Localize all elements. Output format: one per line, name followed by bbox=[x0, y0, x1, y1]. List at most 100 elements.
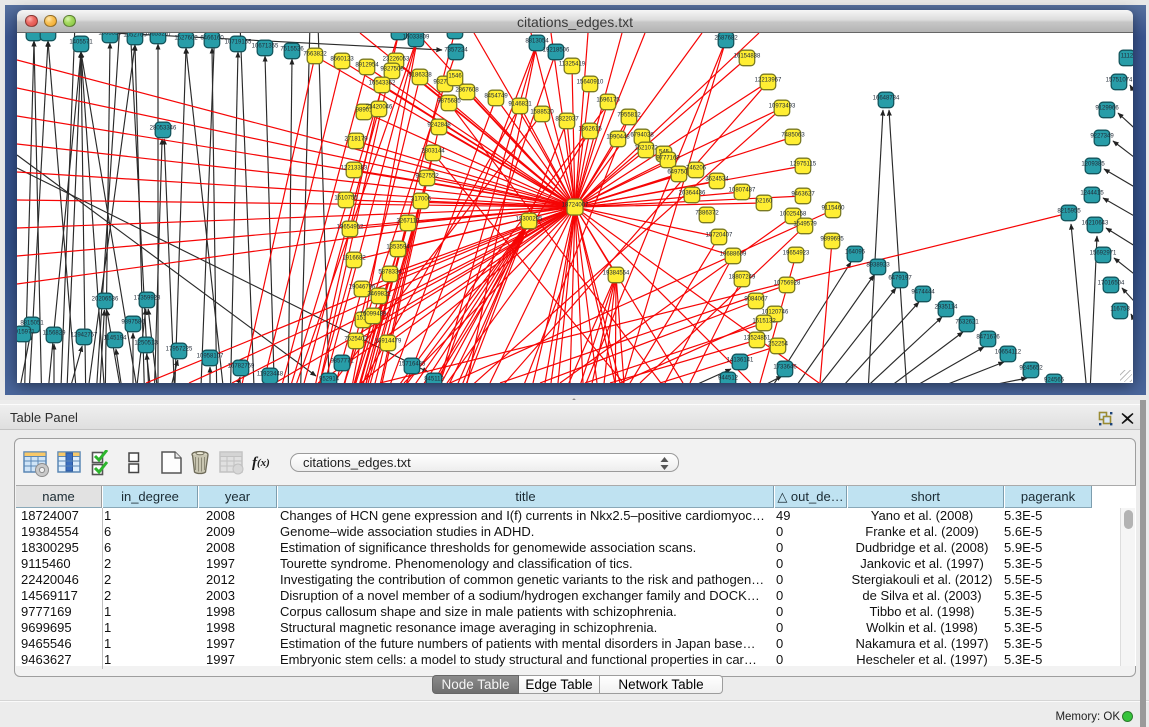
svg-text:746206: 746206 bbox=[686, 166, 707, 172]
svg-text:1209385: 1209385 bbox=[1081, 162, 1105, 168]
svg-text:(x): (x) bbox=[257, 457, 270, 469]
svg-text:1549579: 1549579 bbox=[793, 222, 817, 228]
svg-text:10973493: 10973493 bbox=[769, 104, 796, 110]
svg-text:1244415: 1244415 bbox=[1080, 191, 1104, 197]
svg-text:62160: 62160 bbox=[756, 199, 773, 205]
svg-text:8322037: 8322037 bbox=[555, 117, 579, 123]
svg-text:845112: 845112 bbox=[424, 377, 444, 383]
svg-text:1156829: 1156829 bbox=[43, 331, 67, 337]
svg-text:18807249: 18807249 bbox=[729, 275, 756, 281]
svg-text:9463627: 9463627 bbox=[791, 192, 815, 198]
svg-text:7663822: 7663822 bbox=[303, 52, 327, 58]
svg-text:15692971: 15692971 bbox=[1090, 251, 1117, 257]
svg-text:2718179: 2718179 bbox=[344, 137, 368, 143]
svg-text:924565: 924565 bbox=[1044, 378, 1065, 384]
svg-text:16648784: 16648784 bbox=[873, 96, 900, 102]
svg-text:8912954: 8912954 bbox=[355, 63, 379, 69]
svg-text:12213383: 12213383 bbox=[341, 166, 368, 172]
svg-text:15751074: 15751074 bbox=[1106, 78, 1133, 84]
svg-text:2935114: 2935114 bbox=[935, 305, 959, 311]
svg-text:2687682: 2687682 bbox=[714, 36, 738, 42]
svg-text:10958107: 10958107 bbox=[197, 354, 224, 360]
svg-text:16033809: 16033809 bbox=[403, 35, 430, 41]
svg-text:7485063: 7485063 bbox=[781, 133, 805, 139]
svg-text:19384554: 19384554 bbox=[603, 271, 630, 277]
svg-text:1615132: 1615132 bbox=[752, 319, 776, 325]
svg-text:1362615: 1362615 bbox=[578, 127, 602, 133]
svg-text:19218506: 19218506 bbox=[543, 48, 570, 54]
svg-text:17957225: 17957225 bbox=[166, 347, 193, 353]
svg-text:1621072: 1621072 bbox=[634, 146, 658, 152]
svg-text:1112: 1112 bbox=[1121, 54, 1133, 60]
svg-text:8471676: 8471676 bbox=[976, 335, 1000, 341]
svg-text:17016504: 17016504 bbox=[1098, 281, 1125, 287]
svg-text:1353594: 1353594 bbox=[386, 245, 410, 251]
svg-text:9327505: 9327505 bbox=[380, 67, 404, 73]
svg-text:15716485: 15716485 bbox=[399, 362, 426, 368]
svg-text:8215955: 8215955 bbox=[1057, 209, 1081, 215]
svg-text:8186328: 8186328 bbox=[408, 73, 432, 79]
svg-text:10756928: 10756928 bbox=[774, 281, 801, 287]
svg-text:10807487: 10807487 bbox=[729, 188, 756, 194]
svg-text:9227349: 9227349 bbox=[1090, 134, 1114, 140]
svg-text:16543362: 16543362 bbox=[369, 81, 396, 87]
svg-text:1065325: 1065325 bbox=[98, 33, 122, 37]
svg-text:2069140: 2069140 bbox=[36, 33, 60, 35]
svg-text:1546: 1546 bbox=[448, 74, 462, 80]
svg-text:20364436: 20364436 bbox=[679, 191, 706, 197]
svg-text:1916682: 1916682 bbox=[342, 256, 366, 262]
svg-text:1405571: 1405571 bbox=[69, 40, 93, 46]
svg-text:1696175: 1696175 bbox=[596, 98, 620, 104]
svg-text:3915971: 3915971 bbox=[17, 330, 35, 336]
svg-text:10719155: 10719155 bbox=[225, 40, 252, 46]
svg-text:9875685: 9875685 bbox=[437, 99, 461, 105]
svg-text:116753: 116753 bbox=[1110, 307, 1130, 313]
svg-text:10671355: 10671355 bbox=[252, 44, 279, 50]
svg-text:8813054: 8813054 bbox=[525, 39, 549, 45]
svg-text:164095: 164095 bbox=[845, 250, 866, 256]
svg-text:7515526: 7515526 bbox=[280, 47, 304, 53]
svg-text:5878334: 5878334 bbox=[378, 270, 402, 276]
svg-text:1990448: 1990448 bbox=[606, 135, 630, 141]
svg-text:13524851: 13524851 bbox=[744, 336, 771, 342]
svg-text:7955812: 7955812 bbox=[617, 113, 641, 119]
svg-text:952914: 952914 bbox=[319, 377, 340, 383]
svg-text:944512: 944512 bbox=[718, 376, 739, 382]
svg-text:14136141: 14136141 bbox=[727, 358, 754, 364]
svg-text:16099489: 16099489 bbox=[360, 312, 387, 318]
svg-text:1588520: 1588520 bbox=[530, 110, 554, 116]
svg-text:9427552: 9427552 bbox=[415, 174, 439, 180]
svg-text:1527602: 1527602 bbox=[174, 36, 198, 42]
svg-text:18300295: 18300295 bbox=[516, 217, 543, 223]
svg-text:3469822: 3469822 bbox=[367, 292, 391, 298]
svg-text:6794028: 6794028 bbox=[630, 133, 654, 139]
svg-text:9899695: 9899695 bbox=[820, 237, 844, 243]
svg-text:3267110: 3267110 bbox=[397, 219, 421, 225]
svg-text:16154838: 16154838 bbox=[734, 54, 761, 60]
svg-text:252254: 252254 bbox=[768, 342, 789, 348]
svg-text:10025458: 10025458 bbox=[780, 212, 807, 218]
svg-text:9857771: 9857771 bbox=[330, 359, 354, 365]
svg-text:9084067: 9084067 bbox=[744, 297, 768, 303]
svg-text:1733646: 1733646 bbox=[773, 365, 797, 371]
svg-text:19654952: 19654952 bbox=[337, 225, 364, 231]
svg-text:9242848: 9242848 bbox=[427, 123, 451, 129]
svg-text:2867608: 2867608 bbox=[455, 88, 479, 94]
svg-text:11923448: 11923448 bbox=[257, 372, 284, 378]
svg-text:15720407: 15720407 bbox=[706, 233, 733, 239]
svg-text:17359928: 17359928 bbox=[134, 296, 161, 302]
svg-text:6479197: 6479197 bbox=[888, 276, 912, 282]
svg-text:23226053: 23226053 bbox=[383, 57, 410, 63]
svg-text:10653257: 10653257 bbox=[145, 33, 172, 38]
svg-text:11325419: 11325419 bbox=[559, 62, 586, 68]
svg-text:16914479: 16914479 bbox=[375, 339, 402, 345]
svg-text:7386372: 7386372 bbox=[695, 211, 719, 217]
svg-text:7357224: 7357224 bbox=[444, 48, 468, 54]
svg-text:2803144: 2803144 bbox=[421, 149, 445, 155]
svg-text:1250513: 1250513 bbox=[134, 341, 158, 347]
svg-text:19654923: 19654923 bbox=[783, 251, 810, 257]
svg-text:7632621: 7632621 bbox=[955, 320, 979, 326]
svg-text:8660123: 8660123 bbox=[330, 57, 354, 63]
svg-text:9474444: 9474444 bbox=[911, 290, 935, 296]
svg-text:1145194: 1145194 bbox=[104, 336, 128, 342]
